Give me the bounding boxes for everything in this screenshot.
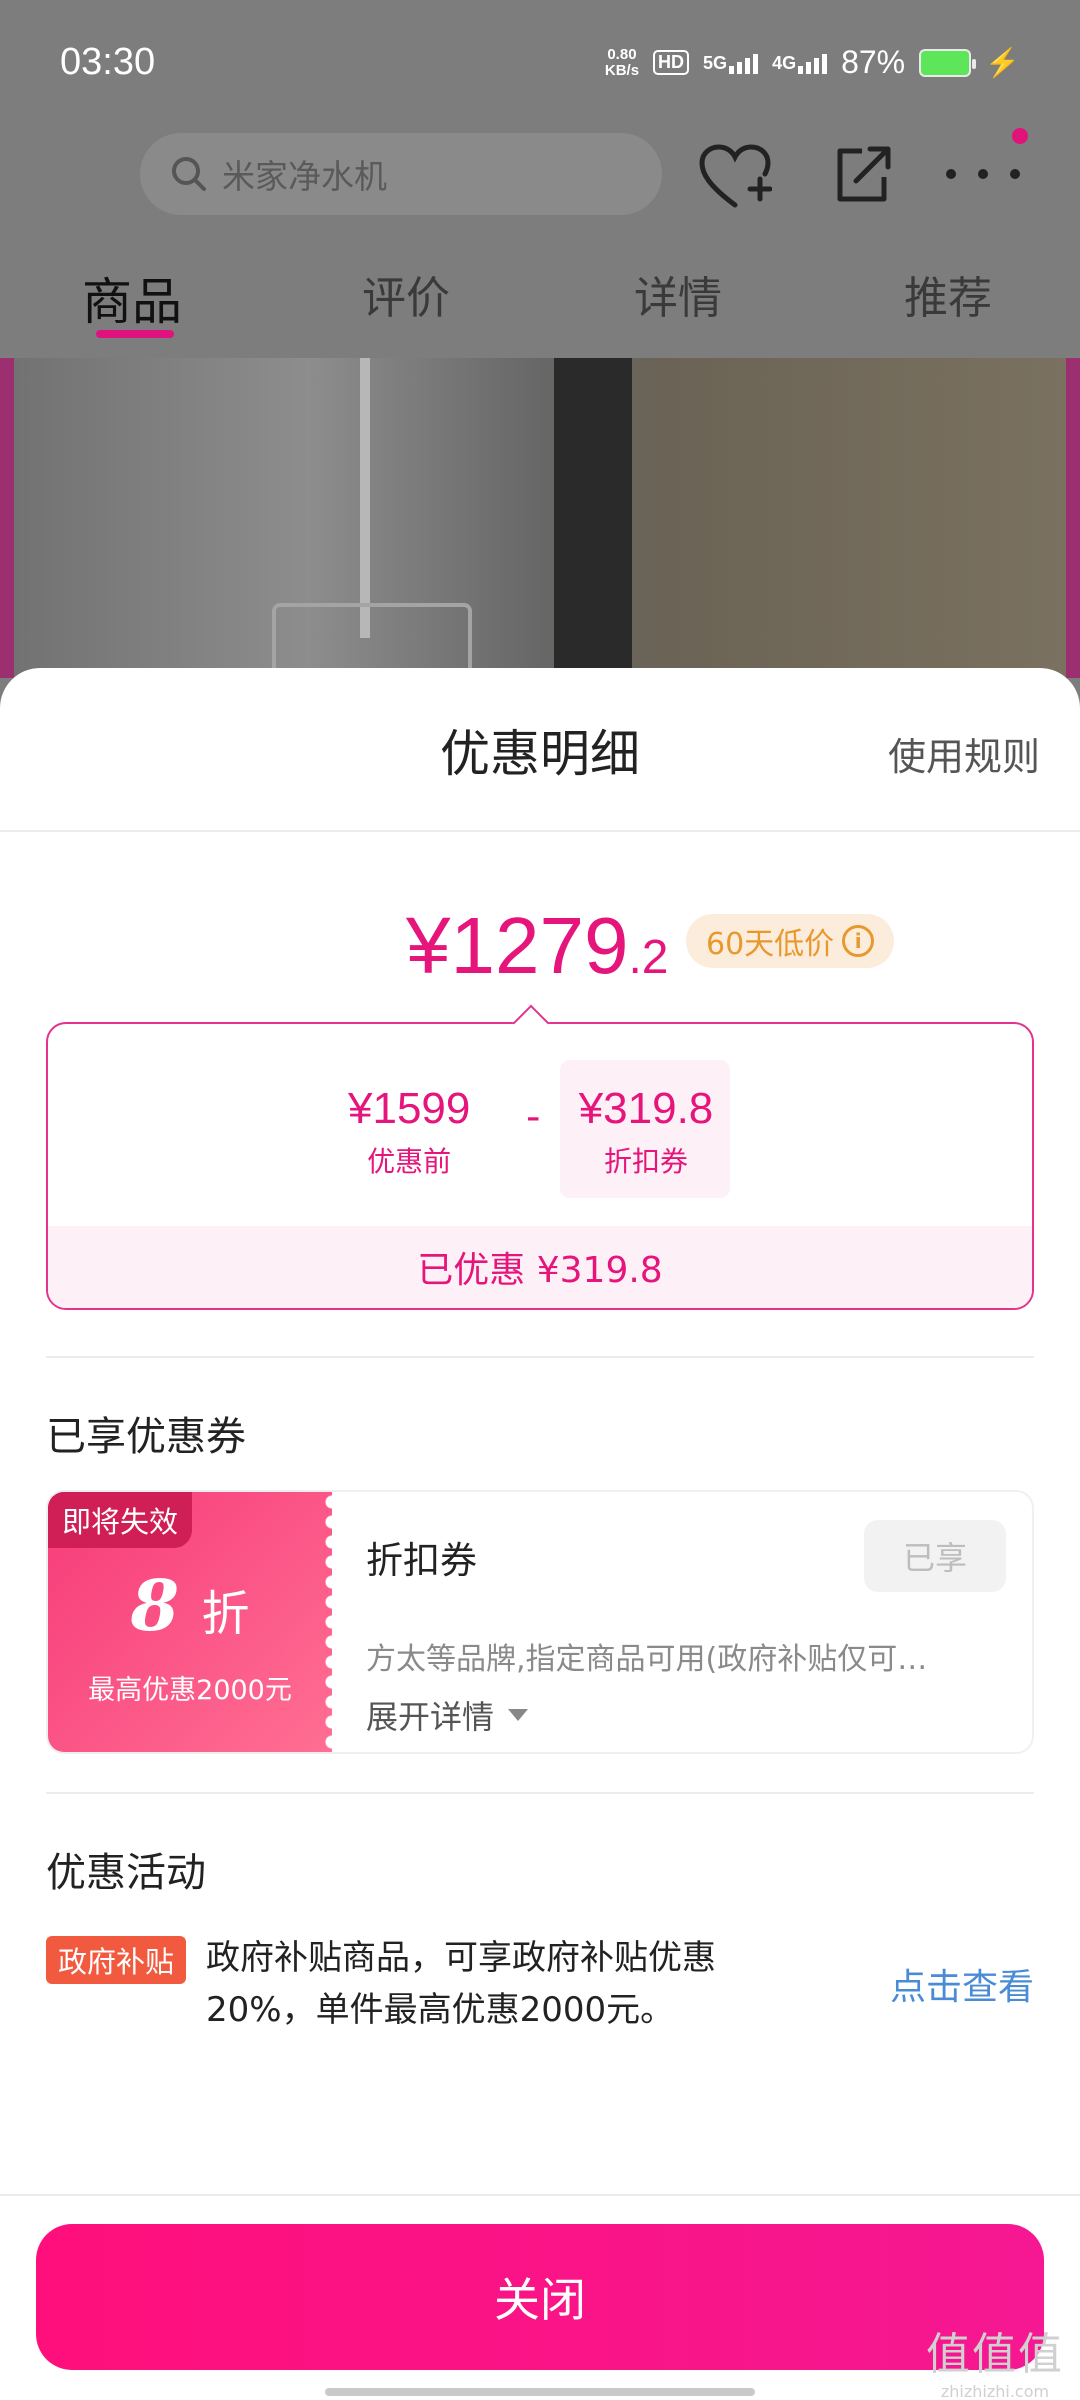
- chevron-down-icon: [508, 1709, 529, 1721]
- low-price-badge[interactable]: 60天低价 i: [686, 914, 895, 968]
- minus-sign: -: [526, 1094, 541, 1140]
- expiring-tag: 即将失效: [48, 1492, 193, 1548]
- final-price: ¥1279 .2: [406, 900, 669, 992]
- coupon-card: 即将失效 8 折 最高优惠2000元 折扣券 已享 方太等品牌,指定商品可用(政…: [46, 1490, 1034, 1754]
- divider: [46, 1356, 1034, 1358]
- tab-product[interactable]: 商品: [82, 262, 182, 334]
- top-nav: 米家净水机: [0, 125, 1080, 240]
- home-indicator[interactable]: [325, 2388, 755, 2396]
- gov-subsidy-tag: 政府补贴: [46, 1936, 187, 1984]
- max-discount: 最高优惠2000元: [88, 1675, 292, 1706]
- original-price-label: 优惠前: [367, 1145, 452, 1178]
- final-price-decimal: .2: [628, 931, 669, 984]
- close-button[interactable]: 关闭: [36, 2224, 1044, 2370]
- activities-title: 优惠活动: [46, 1850, 206, 1896]
- search-bar[interactable]: 米家净水机: [140, 133, 662, 215]
- active-tab-indicator: [96, 330, 174, 338]
- tab-recommend[interactable]: 推荐: [904, 262, 992, 326]
- coupon-description: 方太等品牌,指定商品可用(政府补贴仅可…: [366, 1642, 928, 1677]
- divider: [46, 1792, 1034, 1794]
- search-placeholder: 米家净水机: [222, 157, 387, 196]
- divider: [0, 830, 1080, 832]
- watermark: 值值值 zhizhizhi.com: [926, 2329, 1064, 2400]
- info-icon: i: [842, 925, 875, 957]
- discount-detail-sheet: 优惠明细 使用规则 ¥1279 .2 60天低价 i ¥1599 优惠前 - ¥…: [0, 668, 1080, 2400]
- product-tabs: 商品 评价 详情 推荐: [0, 240, 1080, 358]
- signal-4g-icon: 4G: [772, 52, 828, 74]
- price-breakdown: ¥1599 优惠前 - ¥319.8 折扣券 已优惠 ¥319.8: [46, 1022, 1034, 1310]
- notification-dot: [1012, 128, 1028, 144]
- charging-icon: ⚡: [985, 47, 1020, 78]
- coupon-used-button[interactable]: 已享: [864, 1520, 1006, 1592]
- original-price-block: ¥1599 优惠前: [348, 1084, 470, 1180]
- net-speed: 0.80 KB/s: [604, 45, 640, 79]
- more-icon[interactable]: [944, 167, 1022, 181]
- tab-reviews[interactable]: 评价: [362, 262, 450, 326]
- saved-amount: 已优惠 ¥319.8: [48, 1226, 1032, 1308]
- divider: [0, 2194, 1080, 2196]
- original-price: ¥1599: [348, 1084, 471, 1133]
- view-details-link[interactable]: 点击查看: [890, 1958, 1034, 2010]
- search-icon: [172, 157, 206, 191]
- final-price-main: ¥1279: [406, 901, 629, 990]
- battery-icon: [919, 48, 977, 77]
- coupon-amount-label: 折扣券: [603, 1145, 688, 1178]
- tab-details[interactable]: 详情: [634, 262, 722, 326]
- coupon-discount-panel: 即将失效 8 折 最高优惠2000元: [48, 1492, 332, 1752]
- discount-value: 8 折: [130, 1564, 250, 1647]
- gov-subsidy-text: 政府补贴商品，可享政府补贴优惠20%，单件最高优惠2000元。: [206, 1938, 716, 2030]
- status-bar: 03:30 0.80 KB/s HD 5G 4G 87% ⚡: [0, 0, 1080, 125]
- battery-percent: 87%: [841, 44, 906, 80]
- coupon-name: 折扣券: [366, 1539, 477, 1582]
- usage-rules-link[interactable]: 使用规则: [888, 726, 1040, 781]
- share-icon[interactable]: [832, 143, 892, 207]
- coupon-amount: ¥319.8: [578, 1084, 714, 1133]
- product-image: [0, 358, 1080, 678]
- coupon-amount-text: ¥319.8 折扣券: [568, 1084, 724, 1180]
- hd-icon: HD: [653, 50, 690, 75]
- perforation: [322, 1492, 342, 1752]
- status-time: 03:30: [60, 41, 156, 83]
- used-coupons-title: 已享优惠券: [46, 1414, 246, 1460]
- signal-5g-icon: 5G: [703, 52, 759, 74]
- status-icons: 0.80 KB/s HD 5G 4G 87% ⚡: [605, 44, 1020, 81]
- favorite-add-icon[interactable]: [698, 143, 772, 213]
- expand-details-button[interactable]: 展开详情: [366, 1692, 529, 1738]
